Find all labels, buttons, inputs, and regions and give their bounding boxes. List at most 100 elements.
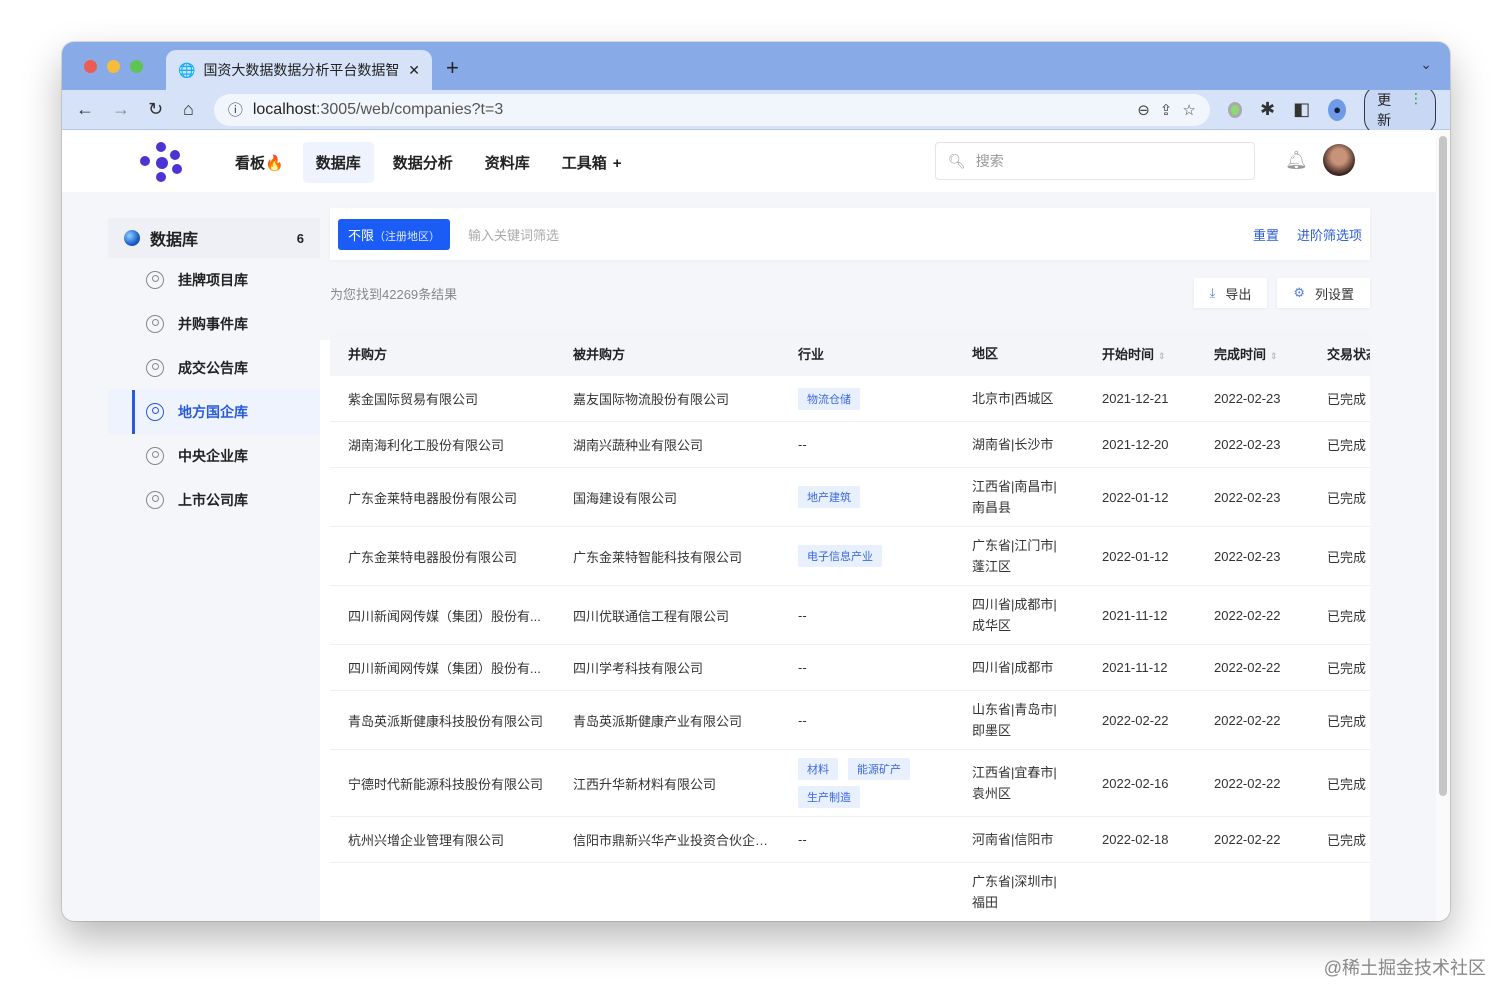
table-row[interactable]: 宁德时代新能源科技股份有限公司 江西升华新材料有限公司 材料 能源矿产 生产制造 江西省|… bbox=[330, 750, 1370, 817]
cell-status: 已完成 bbox=[1327, 661, 1367, 676]
column-header[interactable]: 并购方 bbox=[330, 344, 555, 363]
industry-tag[interactable]: 电子信息产业 bbox=[798, 545, 882, 567]
column-header[interactable]: 开始时间 ⇕ bbox=[1084, 344, 1196, 363]
column-settings-button[interactable]: ⚙ 列设置 bbox=[1277, 278, 1370, 308]
industry-tag[interactable]: 生产制造 bbox=[798, 786, 860, 808]
column-header[interactable]: 交易状态 bbox=[1309, 344, 1370, 363]
search-input[interactable]: 🔍︎ 搜索 bbox=[935, 142, 1255, 180]
star-icon[interactable]: ☆ bbox=[1182, 101, 1195, 119]
filter-bar: 不限（注册地区） 输入关键词筛选 重置 进阶筛选项 bbox=[330, 208, 1370, 260]
table-row[interactable]: 四川新闻网传媒（集团）股份有... 四川优联通信工程有限公司 -- 四川省|成都市|成… bbox=[330, 586, 1370, 645]
advanced-filter-button[interactable]: 进阶筛选项 bbox=[1297, 225, 1362, 244]
column-header-label: 开始时间 bbox=[1102, 346, 1155, 362]
nav-item-label: 工具箱 bbox=[561, 155, 607, 172]
industry-tag[interactable]: 能源矿产 bbox=[848, 758, 910, 780]
watermark: @稀土掘金技术社区 bbox=[1323, 958, 1486, 978]
reset-button[interactable]: 重置 bbox=[1253, 225, 1279, 244]
table-row[interactable]: 广东金莱特电器股份有限公司 广东金莱特智能科技有限公司 电子信息产业 广东省|江门市|… bbox=[330, 527, 1370, 586]
column-header[interactable]: 行业 bbox=[780, 344, 954, 363]
cell-target: 四川优联通信工程有限公司 bbox=[573, 608, 730, 624]
table-row[interactable]: 青岛英派斯健康科技股份有限公司 青岛英派斯健康产业有限公司 -- 山东省|青岛市|即墨… bbox=[330, 691, 1370, 750]
column-header[interactable]: 被并购方 bbox=[555, 344, 780, 363]
cell-status: 已完成 bbox=[1327, 392, 1367, 407]
browser-window: 🌐 国资大数据数据分析平台数据智 ✕ + ⌄ ← → ↻ ⌂ ⓘ localho… bbox=[62, 42, 1450, 921]
column-header[interactable]: 地区 bbox=[954, 343, 1084, 364]
nav-item[interactable]: 数据分析 bbox=[380, 142, 466, 183]
chip-sub-label: （注册地区） bbox=[374, 230, 441, 243]
zoom-out-icon[interactable]: ⊖ bbox=[1137, 101, 1150, 119]
industry-tag[interactable]: 材料 bbox=[798, 758, 838, 780]
table-row[interactable]: 四川新闻网传媒（集团）股份有... 四川学考科技有限公司 -- 四川省|成都市 2021… bbox=[330, 645, 1370, 691]
nav-item[interactable]: 数据库 bbox=[302, 142, 374, 183]
nav-item[interactable]: 资料库 bbox=[472, 142, 543, 183]
close-tab-icon[interactable]: ✕ bbox=[408, 62, 420, 79]
sidebar-item[interactable]: 中央企业库 bbox=[108, 434, 320, 478]
table-row[interactable]: 紫金国际贸易有限公司 嘉友国际物流股份有限公司 物流仓储 北京市|西城区 2021-12… bbox=[330, 376, 1370, 422]
cell-region: 河南省|信阳市 bbox=[972, 832, 1054, 847]
sidebar-item[interactable]: 并购事件库 bbox=[108, 302, 320, 346]
globe-icon: 🌐 bbox=[178, 61, 196, 78]
cell-region: 四川省|成都市|成华区 bbox=[972, 597, 1057, 633]
chevron-down-icon[interactable]: ⌄ bbox=[1420, 56, 1432, 73]
download-icon: ⤓ bbox=[1209, 285, 1216, 300]
cell-industry: 物流仓储 bbox=[780, 387, 954, 410]
new-tab-button[interactable]: + bbox=[446, 55, 459, 81]
cell-region: 江西省|南昌市|南昌县 bbox=[972, 479, 1057, 515]
cell-start-date: 2022-02-18 bbox=[1102, 832, 1169, 847]
minimize-window-button[interactable] bbox=[107, 60, 120, 73]
column-header-label: 并购方 bbox=[348, 346, 388, 362]
industry-tag[interactable]: 物流仓储 bbox=[798, 387, 860, 410]
bell-icon[interactable]: 🔔︎ bbox=[1285, 150, 1308, 171]
logo[interactable] bbox=[140, 142, 184, 182]
browser-tab[interactable]: 🌐 国资大数据数据分析平台数据智 ✕ bbox=[166, 50, 432, 90]
column-header[interactable]: 完成时间 ⇕ bbox=[1196, 344, 1309, 363]
gear-icon: ⚙ bbox=[1293, 285, 1305, 300]
cell-region: 江西省|宜春市|袁州区 bbox=[972, 765, 1057, 801]
sidebar-item[interactable]: 地方国企库 bbox=[108, 390, 320, 434]
avatar[interactable] bbox=[1323, 144, 1355, 176]
industry-tag[interactable]: 地产建筑 bbox=[798, 486, 860, 508]
update-button[interactable]: 更新 ⋮ bbox=[1364, 84, 1436, 135]
close-window-button[interactable] bbox=[84, 60, 97, 73]
puzzle-icon[interactable]: ✱ bbox=[1260, 99, 1275, 120]
region-filter-chip[interactable]: 不限（注册地区） bbox=[338, 218, 451, 250]
nav-item[interactable]: 看板🔥 bbox=[222, 142, 297, 183]
cell-target: 嘉友国际物流股份有限公司 bbox=[573, 392, 730, 407]
globe-icon bbox=[124, 230, 140, 246]
sort-icon[interactable]: ⇕ bbox=[1158, 351, 1166, 361]
back-icon[interactable]: ← bbox=[76, 99, 94, 120]
share-icon[interactable]: ⇪ bbox=[1160, 101, 1173, 119]
extension-icon[interactable] bbox=[1227, 101, 1243, 118]
cell-status: 已完成 bbox=[1327, 549, 1367, 565]
profile-icon[interactable]: ● bbox=[1328, 98, 1347, 121]
keyword-filter-input[interactable]: 输入关键词筛选 bbox=[468, 225, 1235, 244]
sidebar-item[interactable]: 上市公司库 bbox=[108, 478, 320, 522]
empty-value: -- bbox=[798, 712, 807, 728]
cell-region: 北京市|西城区 bbox=[972, 391, 1054, 406]
export-button[interactable]: ⤓ 导出 bbox=[1193, 278, 1268, 308]
sort-icon[interactable]: ⇕ bbox=[1270, 351, 1278, 361]
table-row[interactable]: 湖南海利化工股份有限公司 湖南兴蔬种业有限公司 -- 湖南省|长沙市 2021-12-2… bbox=[330, 422, 1370, 468]
scrollbar[interactable] bbox=[1436, 130, 1450, 921]
sidebar-header[interactable]: 数据库 6 bbox=[108, 218, 320, 258]
reload-icon[interactable]: ↻ bbox=[148, 99, 163, 120]
nav-item-label: 看板 bbox=[235, 155, 266, 172]
forward-icon[interactable]: → bbox=[112, 99, 130, 120]
sidepanel-icon[interactable]: ◧ bbox=[1293, 99, 1310, 120]
nav-item-label: 数据库 bbox=[315, 155, 361, 172]
maximize-window-button[interactable] bbox=[130, 60, 143, 73]
fire-icon: 🔥 bbox=[265, 155, 284, 172]
sidebar-item[interactable]: 成交公告库 bbox=[108, 346, 320, 390]
table-row[interactable]: 广东省|深圳市|福田 bbox=[330, 863, 1370, 921]
sidebar-item[interactable]: 挂牌项目库 bbox=[108, 258, 320, 302]
sidebar-item-label: 并购事件库 bbox=[178, 316, 248, 332]
empty-value: -- bbox=[798, 832, 807, 847]
cell-region: 山东省|青岛市|即墨区 bbox=[972, 702, 1057, 738]
url-input[interactable]: ⓘ localhost:3005/web/companies?t=3 ⊖ ⇪ ☆ bbox=[213, 93, 1210, 126]
table-row[interactable]: 杭州兴增企业管理有限公司 信阳市鼎新兴华产业投资合伙企业... -- 河南省|信阳市 2… bbox=[330, 817, 1370, 863]
cell-industry: -- bbox=[780, 713, 954, 728]
table-row[interactable]: 广东金莱特电器股份有限公司 国海建设有限公司 地产建筑 江西省|南昌市|南昌县 2022… bbox=[330, 468, 1370, 527]
tab-bar: 🌐 国资大数据数据分析平台数据智 ✕ + ⌄ bbox=[62, 42, 1450, 90]
home-icon[interactable]: ⌂ bbox=[181, 99, 196, 120]
nav-item[interactable]: 工具箱 + bbox=[549, 142, 635, 183]
